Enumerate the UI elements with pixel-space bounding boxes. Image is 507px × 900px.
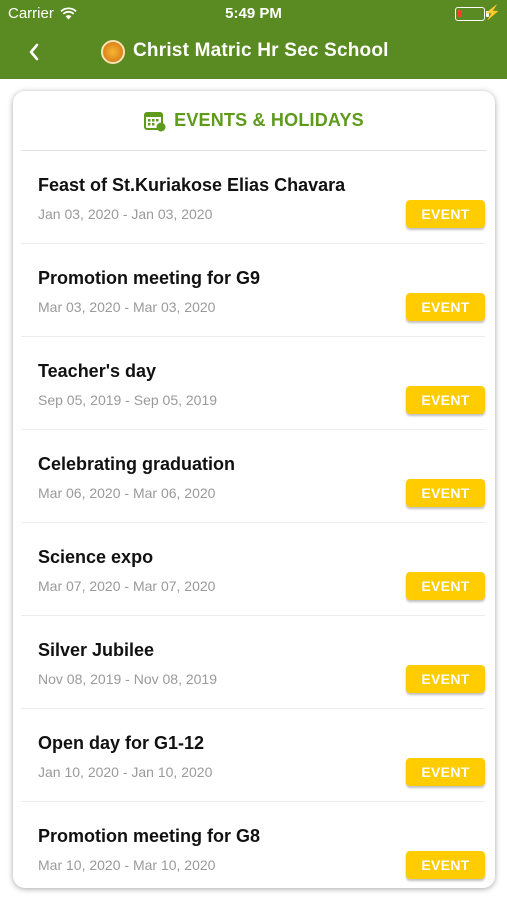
event-row[interactable]: Feast of St.Kuriakose Elias Chavara Jan … <box>21 151 485 244</box>
charging-icon: ⚡ <box>483 4 501 20</box>
event-title: Silver Jubilee <box>38 640 155 660</box>
event-row[interactable]: Science expo Mar 07, 2020 - Mar 07, 2020… <box>21 523 485 616</box>
event-title: Feast of St.Kuriakose Elias Chavara <box>38 175 346 195</box>
back-button[interactable] <box>18 36 50 68</box>
event-row[interactable]: Promotion meeting for G9 Mar 03, 2020 - … <box>21 244 485 337</box>
chevron-left-icon <box>29 43 39 61</box>
status-bar: Carrier 5:49 PM ⚡ <box>0 0 507 28</box>
event-date-range: Sep 05, 2019 - Sep 05, 2019 <box>38 392 218 408</box>
event-list: Feast of St.Kuriakose Elias Chavara Jan … <box>13 151 495 888</box>
event-date-range: Nov 08, 2019 - Nov 08, 2019 <box>38 671 218 687</box>
event-title: Promotion meeting for G8 <box>38 826 261 846</box>
section-title: EVENTS & HOLIDAYS <box>174 110 364 130</box>
event-title: Open day for G1-12 <box>38 733 205 753</box>
event-date-range: Mar 06, 2020 - Mar 06, 2020 <box>38 485 216 501</box>
event-type-badge: EVENT <box>406 479 485 507</box>
event-type-badge: EVENT <box>406 200 485 228</box>
calendar-icon <box>144 111 166 131</box>
event-title: Promotion meeting for G9 <box>38 268 261 288</box>
battery-icon <box>455 7 489 21</box>
event-title: Celebrating graduation <box>38 454 236 474</box>
status-time: 5:49 PM <box>225 5 282 22</box>
event-type-badge: EVENT <box>406 293 485 321</box>
top-bar: Carrier 5:49 PM ⚡ Christ Matric Hr Sec S… <box>0 0 507 79</box>
event-row[interactable]: Celebrating graduation Mar 06, 2020 - Ma… <box>21 430 485 523</box>
navigation-bar: Christ Matric Hr Sec School <box>0 28 507 79</box>
event-row[interactable]: Open day for G1-12 Jan 10, 2020 - Jan 10… <box>21 709 485 802</box>
event-row[interactable]: Teacher's day Sep 05, 2019 - Sep 05, 201… <box>21 337 485 430</box>
page-title: Christ Matric Hr Sec School <box>133 40 389 61</box>
event-row[interactable]: Silver Jubilee Nov 08, 2019 - Nov 08, 20… <box>21 616 485 709</box>
event-date-range: Mar 07, 2020 - Mar 07, 2020 <box>38 578 216 594</box>
event-type-badge: EVENT <box>406 386 485 414</box>
school-logo <box>101 40 125 64</box>
card-header: EVENTS & HOLIDAYS <box>21 91 487 151</box>
event-type-badge: EVENT <box>406 851 485 879</box>
event-date-range: Mar 03, 2020 - Mar 03, 2020 <box>38 299 216 315</box>
event-date-range: Mar 10, 2020 - Mar 10, 2020 <box>38 857 216 873</box>
event-type-badge: EVENT <box>406 758 485 786</box>
events-card: EVENTS & HOLIDAYS Feast of St.Kuriakose … <box>13 91 495 888</box>
event-type-badge: EVENT <box>406 572 485 600</box>
event-title: Teacher's day <box>38 361 157 381</box>
event-type-badge: EVENT <box>406 665 485 693</box>
event-row[interactable]: Promotion meeting for G8 Mar 10, 2020 - … <box>21 802 485 888</box>
event-date-range: Jan 03, 2020 - Jan 03, 2020 <box>38 206 213 222</box>
event-date-range: Jan 10, 2020 - Jan 10, 2020 <box>38 764 213 780</box>
event-title: Science expo <box>38 547 154 567</box>
